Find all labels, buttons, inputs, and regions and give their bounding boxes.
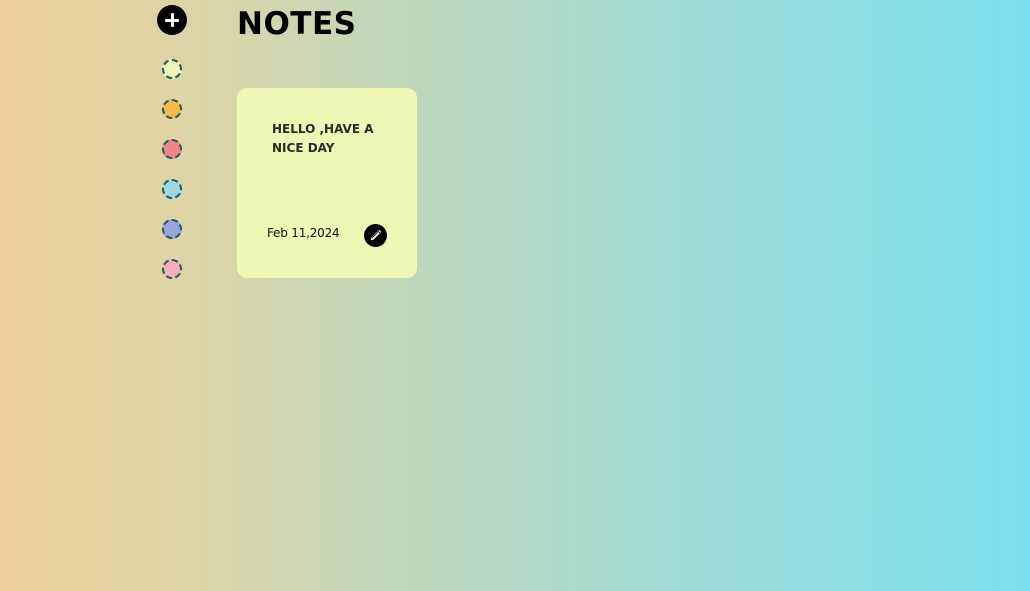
color-swatch-pink[interactable] [162, 259, 182, 279]
add-note-button[interactable] [157, 5, 187, 35]
note-date: Feb 11,2024 [267, 226, 340, 240]
note-text: HELLO ,HAVE A NICE DAY [272, 122, 374, 155]
color-swatch-orange[interactable] [162, 99, 182, 119]
note-card[interactable]: HELLO ,HAVE A NICE DAY Feb 11,2024 [237, 88, 417, 278]
color-swatch-light-yellow[interactable] [162, 59, 182, 79]
color-swatch-light-blue[interactable] [162, 179, 182, 199]
page-title: NOTES [237, 6, 357, 42]
color-swatch-purple[interactable] [162, 219, 182, 239]
edit-note-button[interactable] [364, 224, 387, 247]
color-swatch-red[interactable] [162, 139, 182, 159]
pencil-icon [370, 229, 382, 241]
sidebar [157, 5, 187, 285]
